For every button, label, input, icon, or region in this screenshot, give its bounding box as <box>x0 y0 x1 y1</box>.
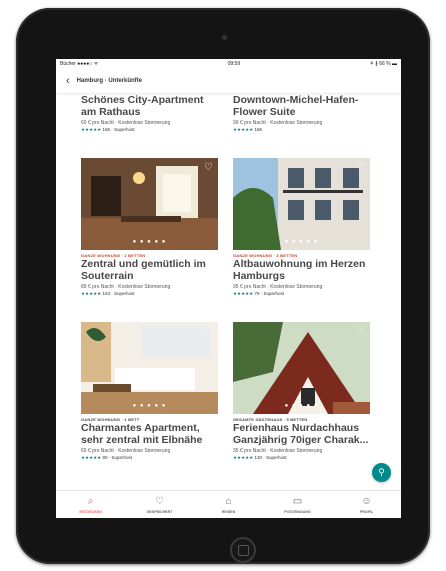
star-rating-icon: ★★★★★ <box>233 291 254 296</box>
listing-rating: ★★★★★ 165 · Superhost <box>81 127 218 133</box>
tab-label: GESPEICHERT <box>146 510 173 514</box>
listing-price: 60 € pro Nacht · Kostenlose Stornierung <box>81 120 171 126</box>
heart-icon[interactable]: ♡ <box>356 326 365 337</box>
listing-title[interactable]: Zentral und gemütlich im Souterrain <box>81 258 218 282</box>
map-pin-icon: ⚲ <box>378 467 385 477</box>
listing-photo[interactable]: ♡ ● ● ● ● ● <box>233 322 370 414</box>
star-rating-icon: ★★★★★ <box>81 127 102 132</box>
tab-entdecken[interactable]: ⌕ ENTDECKEN <box>56 491 125 518</box>
star-rating-icon: ★★★★★ <box>81 291 102 296</box>
listing-card[interactable]: ♡ ● ● ● ● ● GANZE WOHNUNG · 1 BETT Charm… <box>81 322 218 461</box>
photo-page-dots: ● ● ● ● ● <box>284 239 319 245</box>
tab-label: REISEN <box>221 510 236 514</box>
photo-page-dots: ● ● ● ● ● <box>132 403 167 409</box>
star-rating-icon: ★★★★★ <box>233 127 254 132</box>
photo-page-dots: ● ● ● ● ● <box>132 239 167 245</box>
listing-price: 89 € pro Nacht · Kostenlose Stornierung <box>81 284 171 290</box>
listing-photo-altbau <box>233 158 370 250</box>
tab-label: PROFIL <box>359 510 374 514</box>
listing-rating: ★★★★★ 130 · Superhost <box>233 455 370 461</box>
listing-price: 65 € pro Nacht · Kostenlose Stornierung <box>81 448 171 454</box>
listing-title[interactable]: Charmantes Apartment, sehr zentral mit E… <box>81 422 218 446</box>
status-bar: Bücher ●●●●○ ᯤ 09:59 ⚘ ∦ 66 % ▬ <box>56 59 401 68</box>
listing-card[interactable]: ♡ ● ● ● ● ● GESAMTE GÄSTEHAUS · 5 BETTEN… <box>233 322 370 461</box>
listing-price: 99 € pro Nacht · Kostenlose Stornierung <box>233 120 323 126</box>
listing-price: 95 € pro Nacht · Kostenlose Stornierung <box>233 284 323 290</box>
heart-icon[interactable]: ♡ <box>356 162 365 173</box>
heart-icon: ♡ <box>155 496 164 507</box>
listing-title[interactable]: Schönes City-Apartment am Rathaus <box>81 94 218 118</box>
search-bar[interactable]: ‹ Hamburg · Unterkünfte <box>56 68 401 94</box>
app-screen: Bücher ●●●●○ ᯤ 09:59 ⚘ ∦ 66 % ▬ ‹ Hambur… <box>56 59 401 518</box>
heart-icon[interactable]: ♡ <box>204 326 213 337</box>
carrier-signal: Bücher ●●●●○ ᯤ <box>60 60 99 67</box>
clock: 09:59 <box>227 60 241 67</box>
tab-posteingang[interactable]: ▭ POSTEINGANG <box>263 491 332 518</box>
tab-reisen[interactable]: ⌂ REISEN <box>194 491 263 518</box>
listing-photo-apartment <box>81 322 218 414</box>
listing-rating: ★★★★★ 79 · Superhost <box>233 291 370 297</box>
star-rating-icon: ★★★★★ <box>233 455 254 460</box>
airbnb-logo-icon: ⌂ <box>225 496 232 507</box>
listing-photo[interactable]: ♡ ● ● ● ● ● <box>233 158 370 250</box>
search-icon: ⌕ <box>87 496 94 507</box>
listing-card[interactable]: ♡ ● ● ● ● ● GANZE WOHNUNG · 3 BETTEN Alt… <box>233 158 370 297</box>
review-count: 163 · Superhost <box>102 291 135 296</box>
listing-card[interactable]: Schönes City-Apartment am Rathaus 60 € p… <box>81 94 218 133</box>
listing-title[interactable]: Altbauwohnung im Herzen Hamburgs <box>233 258 370 282</box>
star-rating-icon: ★★★★★ <box>81 455 102 460</box>
battery-status: ⚘ ∦ 66 % ▬ <box>369 60 397 67</box>
search-query[interactable]: Hamburg · Unterkünfte <box>77 78 142 84</box>
tab-bar: ⌕ ENTDECKEN ♡ GESPEICHERT ⌂ REISEN ▭ POS… <box>56 490 401 518</box>
back-arrow-icon[interactable]: ‹ <box>66 75 70 87</box>
review-count: 79 · Superhost <box>254 291 284 296</box>
review-count: 130 · Superhost <box>254 455 287 460</box>
review-count: 80 · Superhost <box>102 455 132 460</box>
tab-label: ENTDECKEN <box>79 510 102 514</box>
tab-label: POSTEINGANG <box>284 510 311 514</box>
front-camera <box>222 35 227 40</box>
listing-title[interactable]: Downtown-Michel-Hafen-Flower Suite <box>233 94 370 118</box>
tab-profil[interactable]: ☺ PROFIL <box>332 491 401 518</box>
listing-card[interactable]: ♡ ● ● ● ● ● GANZE WOHNUNG · 2 BETTEN Zen… <box>81 158 218 297</box>
review-count: 165 · Superhost <box>102 127 135 132</box>
home-button[interactable] <box>230 537 256 563</box>
listing-photo-ferienhaus <box>233 322 370 414</box>
listing-rating: ★★★★★ 80 · Superhost <box>81 455 218 461</box>
listing-card[interactable]: Downtown-Michel-Hafen-Flower Suite 99 € … <box>233 94 370 133</box>
map-button[interactable]: ⚲ <box>372 463 391 482</box>
person-icon: ☺ <box>361 496 372 507</box>
listing-rating: ★★★★★ 163 · Superhost <box>81 291 218 297</box>
heart-icon[interactable]: ♡ <box>204 162 213 173</box>
tab-gespeichert[interactable]: ♡ GESPEICHERT <box>125 491 194 518</box>
listing-photo-souterrain <box>81 158 218 250</box>
listing-photo[interactable]: ♡ ● ● ● ● ● <box>81 158 218 250</box>
listing-rating: ★★★★★ 186 <box>233 127 370 133</box>
listing-title[interactable]: Ferienhaus Nurdachhaus Ganzjährig 70iger… <box>233 422 370 446</box>
listing-photo[interactable]: ♡ ● ● ● ● ● <box>81 322 218 414</box>
message-icon: ▭ <box>292 496 303 507</box>
listing-price: 35 € pro Nacht · Kostenlose Stornierung <box>233 448 323 454</box>
photo-page-dots: ● ● ● ● ● <box>284 403 319 409</box>
review-count: 186 <box>254 127 262 132</box>
